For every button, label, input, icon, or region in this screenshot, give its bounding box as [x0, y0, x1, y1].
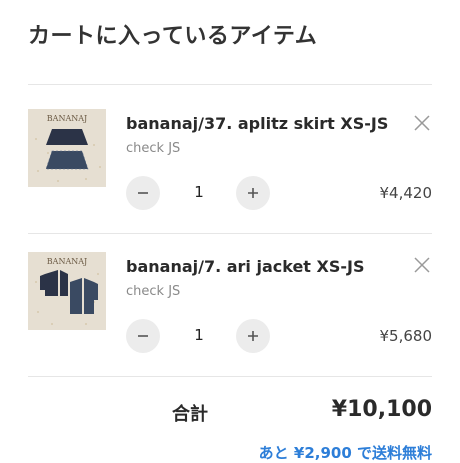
plus-icon — [248, 331, 258, 341]
divider — [28, 84, 432, 85]
close-icon — [414, 115, 430, 131]
thumb-brand: BANANAJ — [47, 257, 87, 266]
page-title: カートに入っているアイテム — [28, 24, 318, 49]
minus-icon — [138, 335, 148, 337]
product-image[interactable]: BANANAJ — [28, 109, 106, 187]
decrease-quantity-button[interactable] — [126, 176, 160, 210]
minus-icon — [138, 192, 148, 194]
increase-quantity-button[interactable] — [236, 176, 270, 210]
item-name[interactable]: bananaj/37. aplitz skirt XS-JS — [126, 114, 388, 133]
thumb-brand: BANANAJ — [47, 114, 87, 123]
increase-quantity-button[interactable] — [236, 319, 270, 353]
decrease-quantity-button[interactable] — [126, 319, 160, 353]
divider — [28, 233, 432, 234]
item-variant: check JS — [126, 141, 181, 156]
item-price: ¥4,420 — [379, 184, 433, 202]
plus-icon — [248, 188, 258, 198]
product-image[interactable]: BANANAJ — [28, 252, 106, 330]
quantity-value: 1 — [194, 326, 204, 344]
item-variant: check JS — [126, 284, 181, 299]
total-label: 合計 — [172, 404, 208, 425]
item-name[interactable]: bananaj/7. ari jacket XS-JS — [126, 257, 365, 276]
total-value: ¥10,100 — [331, 397, 432, 422]
remove-item-button[interactable] — [412, 255, 432, 275]
remove-item-button[interactable] — [412, 113, 432, 133]
divider — [28, 376, 432, 377]
item-price: ¥5,680 — [379, 327, 433, 345]
close-icon — [414, 257, 430, 273]
quantity-value: 1 — [194, 183, 204, 201]
